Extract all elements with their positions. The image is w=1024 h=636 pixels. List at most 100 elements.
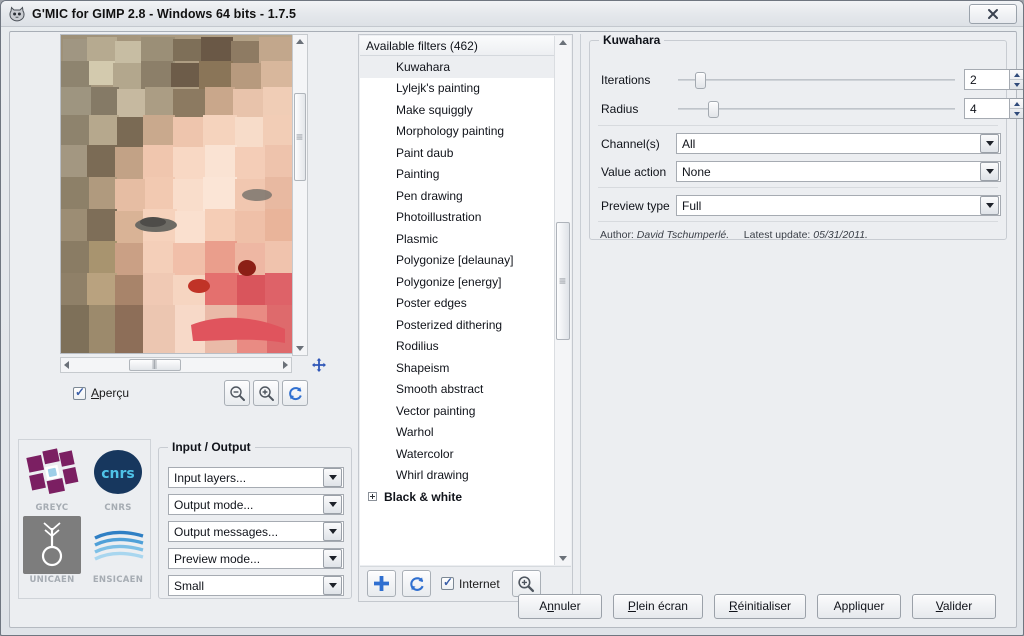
filter-item-label: Rodilius bbox=[396, 339, 439, 354]
slider-thumb[interactable] bbox=[708, 101, 720, 118]
output-messages-combo[interactable]: Output messages... bbox=[168, 521, 344, 542]
filter-list-item[interactable]: Polygonize [delaunay] bbox=[360, 250, 554, 272]
internet-checkbox[interactable]: Internet bbox=[441, 575, 500, 591]
scroll-left-icon[interactable] bbox=[64, 361, 69, 369]
filter-item-label: Watercolor bbox=[396, 446, 454, 461]
chevron-down-icon[interactable] bbox=[323, 549, 342, 568]
filter-list-item[interactable]: Photoillustration bbox=[360, 207, 554, 229]
fullscreen-button[interactable]: Plein écran bbox=[612, 593, 703, 619]
stepper-down[interactable] bbox=[1010, 109, 1023, 118]
scroll-down-icon[interactable] bbox=[296, 346, 304, 351]
combo-value: Preview mode... bbox=[174, 551, 261, 566]
window-title: G'MIC for GIMP 2.8 - Windows 64 bits - 1… bbox=[32, 6, 297, 21]
scrollbar-thumb[interactable] bbox=[294, 93, 306, 181]
move-icon[interactable] bbox=[311, 357, 327, 373]
apply-button[interactable]: Appliquer bbox=[817, 593, 901, 619]
filter-item-label: Shapeism bbox=[396, 360, 450, 375]
filter-item-label: Morphology painting bbox=[396, 124, 505, 139]
preview-mode-combo[interactable]: Preview mode... bbox=[168, 548, 344, 569]
radius-label: Radius bbox=[601, 102, 639, 116]
chevron-down-icon[interactable] bbox=[323, 495, 342, 514]
chevron-down-icon[interactable] bbox=[980, 162, 999, 181]
close-button[interactable] bbox=[969, 4, 1017, 24]
filter-item-label: Plasmic bbox=[396, 231, 439, 246]
refresh-preview-button[interactable] bbox=[282, 380, 308, 406]
magnifier-icon bbox=[518, 575, 535, 592]
filter-item-label: Painting bbox=[396, 167, 440, 182]
cancel-button[interactable]: Annuler bbox=[517, 593, 602, 619]
filter-list-item[interactable]: Smooth abstract bbox=[360, 379, 554, 401]
scrollbar-thumb[interactable] bbox=[556, 222, 570, 340]
scroll-up-icon[interactable] bbox=[296, 39, 304, 44]
iterations-value-field[interactable]: 2 bbox=[964, 69, 1010, 90]
scroll-right-icon[interactable] bbox=[283, 361, 288, 369]
filter-item-label: Make squiggly bbox=[396, 102, 473, 117]
expand-plus-icon[interactable] bbox=[368, 492, 377, 502]
filter-item-label: Photoillustration bbox=[396, 210, 482, 225]
filter-list-scrollbar[interactable] bbox=[554, 36, 571, 565]
checkbox-box[interactable] bbox=[441, 575, 454, 590]
filter-category-row[interactable]: Black & white bbox=[360, 486, 554, 508]
zoom-in-button[interactable] bbox=[253, 380, 279, 406]
filter-list-item[interactable]: Morphology painting bbox=[360, 121, 554, 143]
filter-list-item[interactable]: Whirl drawing bbox=[360, 465, 554, 487]
checkbox-box[interactable] bbox=[73, 385, 86, 400]
preview-type-combo[interactable]: Full bbox=[676, 195, 1001, 216]
stepper-down[interactable] bbox=[1010, 80, 1023, 89]
filter-list-item[interactable]: Watercolor bbox=[360, 443, 554, 465]
stepper-up[interactable] bbox=[1010, 70, 1023, 80]
scroll-down-icon[interactable] bbox=[559, 556, 567, 561]
svg-text:cnrs: cnrs bbox=[101, 466, 135, 482]
channels-combo[interactable]: All bbox=[676, 133, 1001, 154]
ok-button[interactable]: Valider bbox=[912, 593, 996, 619]
dialog-button-bar: Annuler Plein écran Réinitialiser Appliquer… bbox=[10, 591, 1016, 621]
filter-list-item[interactable]: Posterized dithering bbox=[360, 314, 554, 336]
preview-horizontal-scrollbar[interactable] bbox=[60, 357, 292, 373]
filter-list-item[interactable]: Rodilius bbox=[360, 336, 554, 358]
filter-list-item[interactable]: Warhol bbox=[360, 422, 554, 444]
preview-type-label: Preview type bbox=[601, 199, 670, 213]
output-mode-combo[interactable]: Output mode... bbox=[168, 494, 344, 515]
reset-button[interactable]: Réinitialiser bbox=[713, 593, 806, 619]
input-layers-combo[interactable]: Input layers... bbox=[168, 467, 344, 488]
chevron-down-icon[interactable] bbox=[323, 522, 342, 541]
preview-pane[interactable] bbox=[60, 34, 300, 354]
stepper-up[interactable] bbox=[1010, 99, 1023, 109]
zoom-out-button[interactable] bbox=[224, 380, 250, 406]
filter-list-item[interactable]: Plasmic bbox=[360, 228, 554, 250]
preview-checkbox[interactable]: Aperçu bbox=[73, 385, 129, 400]
logo-unicaen: UNICAEN bbox=[23, 516, 81, 585]
filter-list-item[interactable]: Shapeism bbox=[360, 357, 554, 379]
radius-value-field[interactable]: 4 bbox=[964, 98, 1010, 119]
iterations-stepper[interactable] bbox=[1010, 69, 1023, 90]
chevron-down-icon[interactable] bbox=[980, 134, 999, 153]
filter-item-label: Paint daub bbox=[396, 145, 454, 160]
filter-list-item[interactable]: Make squiggly bbox=[360, 99, 554, 121]
filter-list-item[interactable]: Poster edges bbox=[360, 293, 554, 315]
filter-list-item[interactable]: Polygonize [energy] bbox=[360, 271, 554, 293]
slider-track bbox=[678, 108, 955, 110]
chevron-down-icon[interactable] bbox=[323, 468, 342, 487]
filter-list-item[interactable]: Painting bbox=[360, 164, 554, 186]
preview-vertical-scrollbar[interactable] bbox=[292, 34, 308, 356]
scrollbar-thumb[interactable] bbox=[129, 359, 181, 371]
value-action-combo[interactable]: None bbox=[676, 161, 1001, 182]
radius-stepper[interactable] bbox=[1010, 98, 1023, 119]
chevron-down-icon[interactable] bbox=[980, 196, 999, 215]
filter-list-item[interactable]: Kuwahara bbox=[360, 56, 554, 78]
divider bbox=[598, 221, 998, 222]
filter-list-header: Available filters (462) bbox=[360, 36, 554, 56]
grip-icon bbox=[296, 131, 304, 143]
filter-list-item[interactable]: Lylejk's painting bbox=[360, 78, 554, 100]
slider-thumb[interactable] bbox=[694, 72, 706, 89]
iterations-slider[interactable] bbox=[678, 69, 955, 91]
filter-item-label: Posterized dithering bbox=[396, 317, 503, 332]
scroll-up-icon[interactable] bbox=[559, 40, 567, 45]
filter-list[interactable]: Kuwahara Lylejk's painting Make squiggly Mo… bbox=[360, 56, 554, 565]
filter-list-item[interactable]: Vector painting bbox=[360, 400, 554, 422]
filter-name-title: Kuwahara bbox=[599, 33, 665, 47]
radius-slider[interactable] bbox=[678, 98, 955, 120]
filter-list-item[interactable]: Paint daub bbox=[360, 142, 554, 164]
filtered-image-preview bbox=[61, 35, 299, 353]
filter-list-item[interactable]: Pen drawing bbox=[360, 185, 554, 207]
